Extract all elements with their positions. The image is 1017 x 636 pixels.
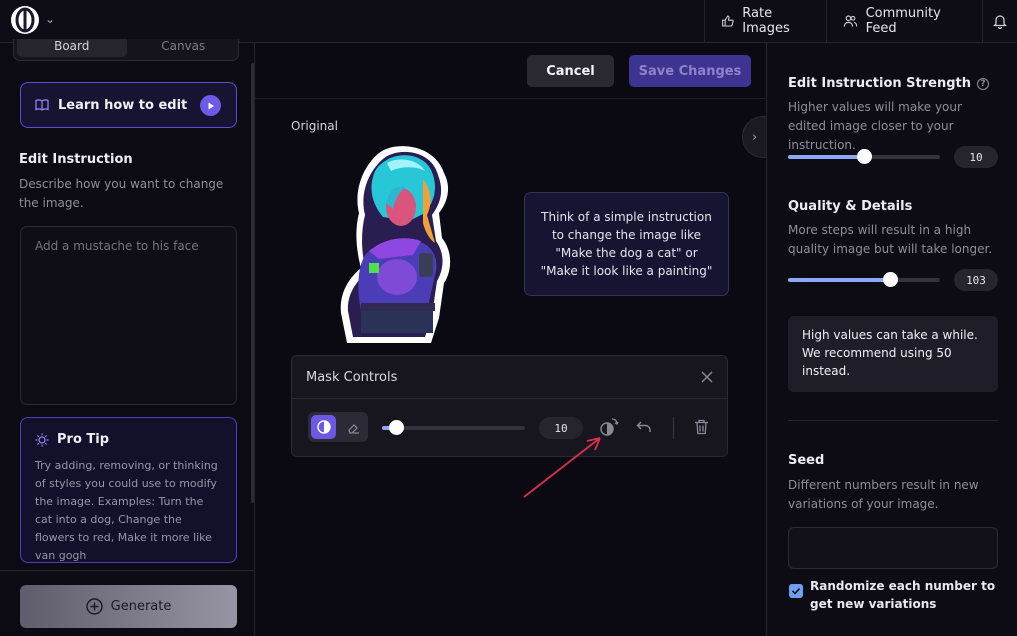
bell-icon [992,15,1008,29]
play-icon [200,95,221,116]
original-image[interactable] [339,143,455,343]
strength-fill [788,155,864,159]
pro-tip-card: Pro Tip Try adding, removing, or thinkin… [20,417,237,563]
original-label: Original [291,119,338,133]
quality-warning: High values can take a while. We recomme… [788,316,998,392]
randomize-checkbox[interactable] [789,584,803,598]
mask-controls-panel: Mask Controls 10 [291,355,728,457]
chevron-down-icon[interactable]: ⌄ [45,12,55,26]
strength-heading-row: Edit Instruction Strength? [788,76,990,91]
quality-description: More steps will result in a high quality… [788,223,993,256]
strength-handle[interactable] [857,149,872,164]
mask-controls-title: Mask Controls [306,369,398,385]
plus-circle-icon [85,598,103,615]
left-panel: Board Canvas Learn how to edit Edit Inst… [0,39,255,636]
quality-fill [788,278,890,282]
seed-input[interactable] [788,527,998,569]
quality-value[interactable]: 103 [954,269,998,291]
quality-handle[interactable] [882,272,898,287]
toolbar-divider [255,98,765,99]
help-icon[interactable]: ? [977,78,990,90]
thumbs-up-icon [722,15,734,27]
left-divider [0,570,254,571]
generate-button[interactable]: Generate [20,585,237,628]
rate-images-button[interactable]: Rate Images [704,0,826,42]
strength-heading: Edit Instruction Strength [788,76,972,91]
cancel-button[interactable]: Cancel [527,55,614,87]
left-scrollbar[interactable] [251,63,254,503]
strength-slider[interactable] [788,149,940,164]
community-feed-label: Community Feed [865,6,941,36]
save-changes-button[interactable]: Save Changes [629,55,751,87]
learn-how-to-edit-button[interactable]: Learn how to edit [20,82,237,128]
brush-size-handle[interactable] [389,420,405,435]
settings-panel: Edit Instruction Strength? Higher values… [766,43,1017,636]
app-logo-icon[interactable] [11,6,39,34]
contrast-icon [316,420,331,434]
tab-canvas[interactable]: Canvas [129,39,239,60]
eraser-toggle[interactable] [341,415,365,439]
editor-area: Cancel Save Changes Original Think of a … [255,43,772,636]
trash-icon[interactable] [694,419,709,435]
randomize-label: Randomize each number to get new variati… [810,579,996,611]
view-tabs: Board Canvas [13,39,239,61]
mask-tools-divider [673,417,674,439]
mask-mode-toggle [308,412,368,442]
undo-icon[interactable] [636,419,652,435]
check-icon [791,587,801,595]
quality-slider[interactable] [788,272,940,287]
settings-divider [788,420,998,421]
seed-heading: Seed [788,453,825,468]
brush-size-slider[interactable] [382,420,525,435]
strength-value[interactable]: 10 [954,146,998,168]
tab-board[interactable]: Board [17,39,127,57]
notifications-button[interactable] [982,0,1017,42]
quality-heading: Quality & Details [788,199,913,214]
instruction-hint-tooltip: Think of a simple instruction to change … [524,192,729,296]
edit-instruction-heading: Edit Instruction [19,152,133,167]
edit-instruction-description: Describe how you want to change the imag… [19,177,224,210]
learn-label: Learn how to edit [58,97,188,113]
pro-tip-text: Try adding, removing, or thinking of sty… [35,459,218,562]
community-feed-button[interactable]: Community Feed [826,0,982,42]
lightbulb-icon [35,433,49,446]
pro-tip-heading: Pro Tip [57,432,110,447]
top-bar: ⌄ Rate Images Community Feed [0,0,1017,43]
generate-label: Generate [110,599,172,614]
eraser-icon [347,423,359,434]
book-icon [35,99,49,111]
edit-instruction-input[interactable] [20,226,237,405]
seed-description: Different numbers result in new variatio… [788,478,979,511]
close-icon[interactable] [701,371,713,383]
users-icon [843,15,858,27]
rate-images-label: Rate Images [742,6,790,36]
annotation-arrow-icon [523,437,601,498]
mask-brush-toggle[interactable] [311,415,336,439]
